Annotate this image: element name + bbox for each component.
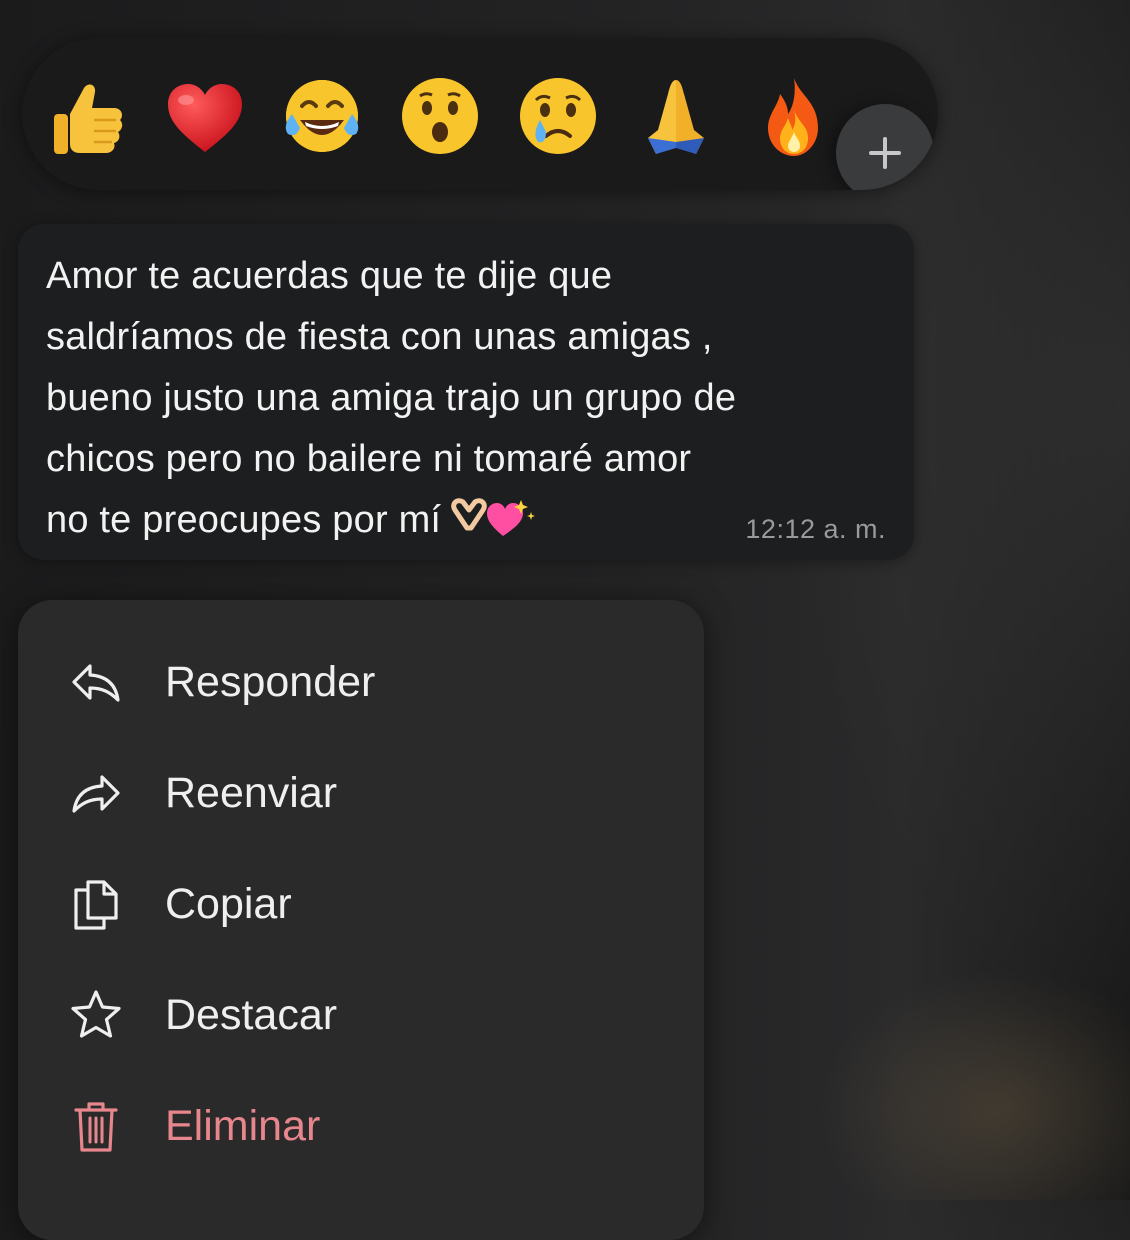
message-line: Amor te acuerdas que te dije que [46, 255, 613, 297]
menu-item-star[interactable]: Destacar [0, 963, 686, 1063]
menu-item-label: Destacar [165, 991, 338, 1039]
menu-item-copy[interactable]: Copiar [0, 852, 686, 952]
menu-item-label: Eliminar [165, 1102, 321, 1150]
fire-icon [768, 78, 818, 156]
menu-item-delete[interactable]: Eliminar [0, 1074, 686, 1174]
surprised-face-icon [402, 78, 478, 154]
message-timestamp: 12:12 a. m. [745, 514, 886, 544]
message-line-text: no te preocupes por mí [46, 499, 442, 541]
menu-item-label: Copiar [165, 880, 292, 928]
message-bubble[interactable]: Amor te acuerdas que te dije que saldría… [18, 224, 914, 560]
add-reaction-button[interactable] [836, 104, 934, 190]
thumbs-up-icon [54, 84, 123, 154]
heart-hands-sparkling-heart-icons [447, 496, 537, 540]
reaction-surprised-face[interactable] [396, 72, 484, 160]
menu-item-label: Responder [165, 658, 376, 706]
reaction-bar [22, 38, 938, 190]
menu-item-reply[interactable]: Responder [0, 630, 686, 730]
copy-icon [74, 880, 118, 930]
crying-face-icon [520, 78, 596, 154]
star-icon [71, 990, 121, 1038]
message-line: chicos pero no bailere ni tomaré amor [46, 438, 692, 480]
reaction-fire[interactable] [750, 72, 838, 160]
reaction-crying-face[interactable] [514, 72, 602, 160]
reaction-tears-of-joy[interactable] [278, 72, 366, 160]
message-line: saldríamos de fiesta con unas amigas , [46, 316, 713, 358]
reaction-red-heart[interactable] [160, 72, 248, 160]
reply-icon [72, 664, 120, 702]
menu-item-label: Reenviar [165, 769, 338, 817]
forward-icon [72, 775, 120, 813]
trash-icon [74, 1102, 118, 1152]
folded-hands-icon [648, 80, 704, 154]
menu-item-forward[interactable]: Reenviar [0, 741, 686, 841]
tears-of-joy-icon [285, 80, 359, 152]
reaction-folded-hands[interactable] [632, 72, 720, 160]
reaction-thumbs-up[interactable] [42, 72, 130, 160]
message-text: Amor te acuerdas que te dije que saldría… [46, 246, 896, 551]
message-line: bueno justo una amiga trajo un grupo de [46, 377, 737, 419]
heart-icon [168, 84, 242, 152]
